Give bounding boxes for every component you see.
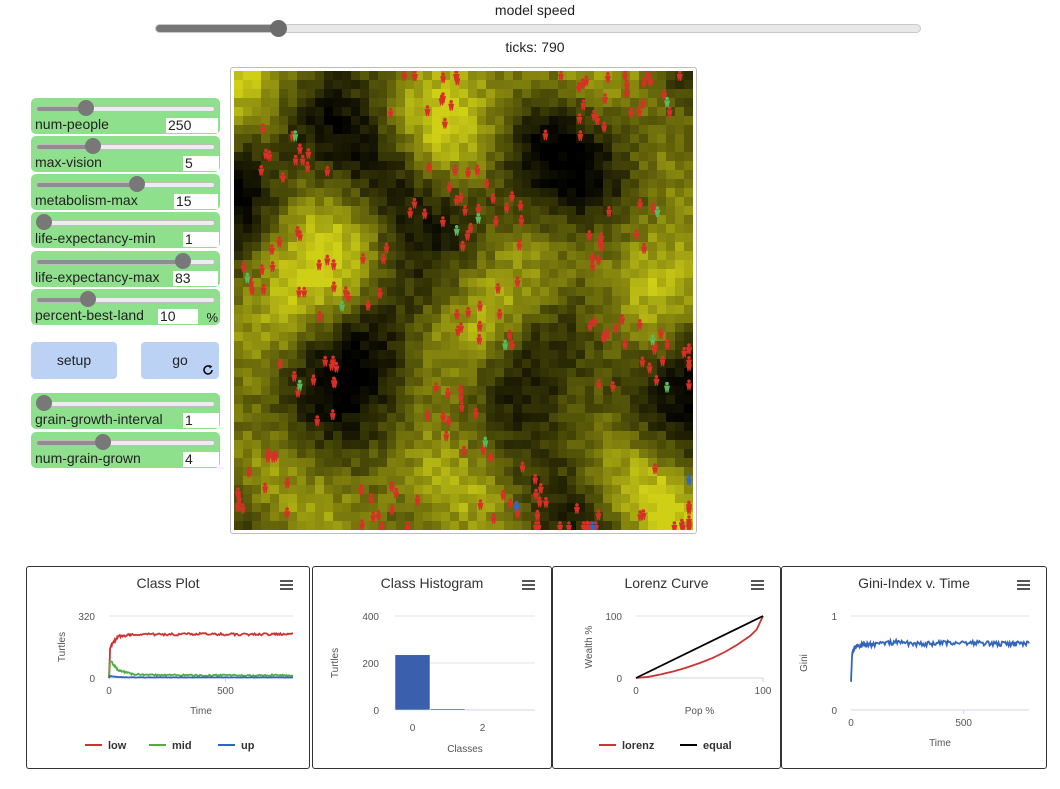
slider-track[interactable] (36, 297, 215, 303)
model-speed-label: model speed (494, 2, 576, 18)
slider-grain-growth-interval[interactable]: grain-growth-interval 1 (31, 393, 220, 429)
histogram-bar (394, 654, 431, 711)
y-tick-label: 320 (78, 612, 95, 623)
slider-value-input[interactable]: 4 (183, 452, 219, 467)
lorenz-curve-chart: 100 00 100 Pop % Wealth % lorenz equal (584, 612, 772, 752)
x-tick-label: 0 (848, 718, 854, 729)
slider-track[interactable] (36, 401, 215, 407)
series-line-up (108, 674, 294, 679)
x-tick-label: 500 (955, 718, 972, 729)
slider-fill (37, 183, 138, 187)
go-button[interactable]: go (141, 342, 219, 379)
slider-fill (37, 441, 104, 445)
model-speed-fill (156, 25, 279, 32)
legend-label: equal (703, 740, 732, 752)
legend-label: mid (172, 740, 192, 752)
slider-label: life-expectancy-min (35, 230, 156, 246)
gini-index-plot: Gini-Index v. Time 1 0 0 500 Time Gini (781, 566, 1047, 769)
legend-label: lorenz (622, 740, 655, 752)
y-tick-label: 1 (831, 612, 837, 623)
slider-track[interactable] (36, 220, 215, 226)
slider-unit: % (206, 310, 218, 325)
slider-thumb[interactable] (78, 100, 95, 116)
slider-thumb[interactable] (174, 253, 191, 269)
slider-life-expectancy-max[interactable]: life-expectancy-max 83 (31, 251, 220, 287)
slider-percent-best-land[interactable]: percent-best-land 10 % (31, 289, 220, 325)
slider-thumb[interactable] (36, 395, 52, 411)
slider-thumb[interactable] (94, 434, 111, 450)
grain-patches (234, 71, 693, 530)
slider-value-input[interactable]: 1 (183, 413, 219, 428)
slider-thumb[interactable] (128, 176, 145, 192)
class-plot-chart: 320 00 500 Time Turtles low mid up (57, 612, 294, 752)
legend-label: up (241, 740, 255, 752)
class-histogram-chart: 400 200 0 0 2 Classes Turtles (330, 612, 535, 755)
slider-metabolism-max[interactable]: metabolism-max 15 (31, 174, 220, 210)
setup-button[interactable]: setup (31, 342, 117, 379)
gini-index-chart: 1 00 500 Time Gini (799, 612, 1030, 749)
series-line-low (108, 631, 293, 679)
histogram-bar (429, 708, 466, 711)
x-axis-label: Time (929, 738, 951, 749)
slider-label: max-vision (35, 154, 102, 170)
slider-num-people[interactable]: num-people 250 (31, 98, 220, 134)
slider-label: grain-growth-interval (35, 411, 163, 427)
class-plot: Class Plot 320 0 0 500 Time Turtles low mid up (26, 566, 310, 769)
slider-thumb[interactable] (36, 214, 52, 230)
y-tick-label: 0 (616, 674, 622, 685)
slider-value-input[interactable]: 10 (158, 309, 198, 324)
slider-value-input[interactable]: 5 (183, 156, 219, 171)
slider-value-input[interactable]: 1 (183, 232, 219, 247)
y-axis-label: Turtles (57, 632, 68, 662)
slider-track[interactable] (36, 144, 215, 150)
y-tick-label: 0 (831, 706, 837, 717)
class-histogram: Class Histogram 400 200 0 0 2 Classes Turtles (312, 566, 552, 769)
y-tick-label: 0 (89, 674, 95, 685)
x-tick-label: 0 (633, 686, 639, 697)
slider-label: percent-best-land (35, 307, 144, 323)
slider-track[interactable] (36, 440, 215, 446)
x-axis-label: Classes (447, 744, 483, 755)
slider-thumb[interactable] (84, 138, 101, 154)
y-tick-label: 0 (373, 706, 379, 717)
world-view[interactable] (230, 67, 697, 534)
slider-label: metabolism-max (35, 192, 138, 208)
x-tick-label: 100 (755, 686, 772, 697)
y-axis-label: Gini (799, 654, 810, 672)
y-tick-label: 100 (605, 612, 622, 623)
x-axis-label: Pop % (685, 706, 715, 717)
slider-thumb[interactable] (80, 291, 96, 307)
y-axis-label: Wealth % (584, 626, 595, 669)
x-tick-label: 500 (217, 686, 234, 697)
series-line-equal (635, 615, 764, 679)
slider-max-vision[interactable]: max-vision 5 (31, 136, 220, 172)
slider-label: life-expectancy-max (35, 269, 160, 285)
slider-track[interactable] (36, 106, 215, 112)
series-line-gini (850, 637, 1030, 682)
slider-label: num-people (35, 116, 109, 132)
world-canvas[interactable] (234, 71, 693, 530)
slider-track[interactable] (36, 182, 215, 188)
slider-label: num-grain-grown (35, 450, 141, 466)
series-line-mid (108, 659, 294, 679)
x-tick-label: 2 (480, 723, 486, 734)
slider-life-expectancy-min[interactable]: life-expectancy-min 1 (31, 212, 220, 248)
y-tick-label: 400 (362, 612, 379, 623)
forever-icon (203, 364, 213, 375)
slider-fill (37, 260, 184, 264)
lorenz-curve-plot: Lorenz Curve 100 0 0 100 Pop % Wealth % lorenz… (552, 566, 781, 769)
y-tick-label: 200 (362, 659, 379, 670)
x-tick-label: 0 (106, 686, 112, 697)
y-axis-label: Turtles (330, 648, 341, 678)
model-speed-thumb[interactable] (269, 20, 287, 37)
go-button-label: go (172, 352, 188, 368)
slider-value-input[interactable]: 250 (166, 118, 218, 133)
x-axis-label: Time (190, 706, 212, 717)
slider-num-grain-grown[interactable]: num-grain-grown 4 (31, 432, 220, 468)
legend-label: low (108, 740, 127, 752)
x-tick-label: 0 (410, 723, 416, 734)
ticks-counter: ticks: 790 (505, 39, 565, 55)
slider-value-input[interactable]: 83 (173, 271, 218, 286)
slider-value-input[interactable]: 15 (174, 194, 218, 209)
